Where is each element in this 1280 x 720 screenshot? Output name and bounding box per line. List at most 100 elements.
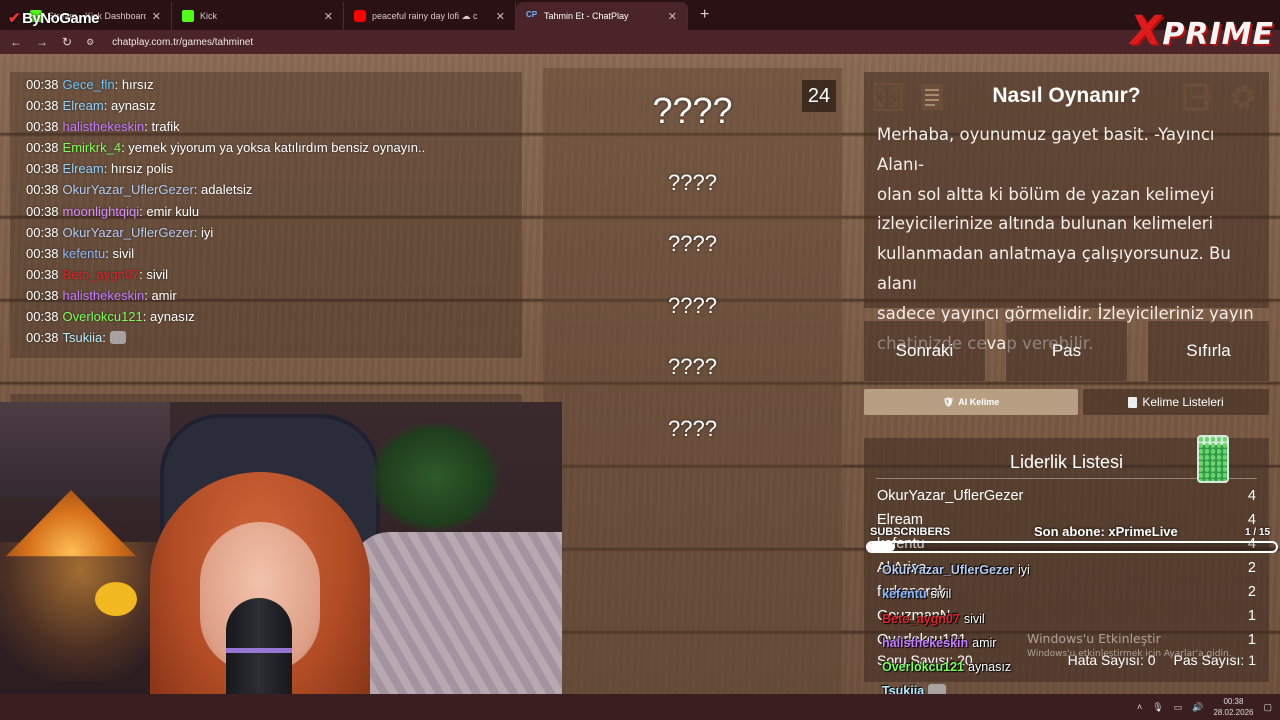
- chat-time: 00:38: [26, 330, 59, 346]
- rubber-duck: [95, 582, 137, 616]
- address-bar: ← → ↻ ⚙ chatplay.com.tr/games/tahminet: [0, 30, 1280, 54]
- chat-username[interactable]: Overlokcu121: [63, 309, 143, 324]
- player-score: 1: [1247, 632, 1256, 648]
- chat-username[interactable]: halisthekeskin: [63, 288, 145, 303]
- chat-username[interactable]: Elream: [63, 98, 104, 113]
- browser-tab[interactable]: CP Tahmin Et - ChatPlay ✕: [516, 2, 688, 30]
- chat-time: 00:38: [26, 161, 59, 177]
- overlay-chat-line: kefentu sivil: [882, 582, 1062, 606]
- close-icon[interactable]: ✕: [496, 10, 505, 23]
- url-field[interactable]: chatplay.com.tr/games/tahminet: [112, 37, 253, 48]
- shelf: [0, 402, 170, 498]
- ai-word-button[interactable]: 🛡 AI Kelime: [864, 389, 1078, 415]
- new-tab-icon[interactable]: +: [688, 6, 721, 30]
- close-icon[interactable]: ✕: [152, 10, 161, 23]
- pass-button[interactable]: Pas: [1006, 321, 1127, 381]
- chat-time: 00:38: [26, 266, 59, 282]
- player-score: 4: [1247, 488, 1256, 504]
- subscriber-progress-fill: [868, 543, 896, 551]
- forward-icon[interactable]: →: [36, 35, 48, 49]
- subscribers-label: SUBSCRIBERS: [870, 526, 951, 538]
- chat-message: sivil: [142, 266, 169, 282]
- chat-line: 00:38 Overlokcu121: aynasız: [26, 309, 195, 325]
- tab-title: Kick: [200, 11, 218, 21]
- tab-title: Tahmin Et - ChatPlay: [544, 11, 629, 21]
- how-to-line: Merhaba, oyunumuz gayet basit. -Yayıncı …: [877, 125, 1215, 174]
- chat-username[interactable]: Elream: [63, 161, 104, 176]
- chat-username[interactable]: Beto_aygn07: [63, 267, 140, 282]
- back-icon[interactable]: ←: [10, 35, 22, 49]
- chatplay-icon: CP: [526, 10, 538, 19]
- chat-username[interactable]: Emirkrk_4: [63, 140, 122, 155]
- gear-icon[interactable]: [1226, 80, 1260, 114]
- chat-username[interactable]: OkurYazar_UflerGezer: [63, 225, 194, 240]
- chat-time: 00:38: [26, 224, 59, 240]
- close-icon[interactable]: ✕: [324, 10, 333, 23]
- last-subscriber: Son abone: xPrimeLive: [1034, 524, 1178, 539]
- forbidden-word: ????: [652, 90, 733, 131]
- chat-username[interactable]: Tsukiia: [63, 330, 103, 345]
- next-button[interactable]: Sonraki: [864, 321, 985, 381]
- clock[interactable]: 00:38 28.02.2026: [1213, 696, 1253, 718]
- chat-message: aynasız: [146, 309, 195, 325]
- chat-username[interactable]: kefentu: [63, 246, 106, 261]
- chat-time: 00:38: [26, 119, 59, 135]
- chat-line: 00:38 moonlightqiqi: emir kulu: [26, 203, 200, 219]
- player-score: 1: [1247, 608, 1256, 624]
- system-tray: ˄ 🎙 ▭ 🔊 00:38 28.02.2026 ▢: [1137, 694, 1272, 720]
- overlay-username: kefentu: [882, 587, 927, 602]
- chevron-up-icon[interactable]: ˄: [1137, 702, 1142, 712]
- how-to-line: kullanmadan anlatmaya çalışıyorsunuz. Bu…: [877, 244, 1231, 293]
- chat-line: 00:38 halisthekeskin: amir: [26, 287, 177, 303]
- site-info-icon[interactable]: ⚙: [86, 37, 94, 48]
- webcam-feed: [0, 402, 562, 720]
- chat-time: 00:38: [26, 140, 59, 156]
- chat-line: 00:38 OkurYazar_UflerGezer: adaletsiz: [26, 182, 253, 198]
- player-name: OkurYazar_UflerGezer: [877, 488, 1024, 504]
- word-column: 24 ????????????????????????: [543, 68, 842, 694]
- volume-icon[interactable]: 🔊: [1192, 702, 1203, 713]
- chat-username[interactable]: moonlightqiqi: [63, 204, 140, 219]
- chat-message: aynasız: [107, 98, 156, 114]
- word-lists-button[interactable]: Kelime Listeleri: [1083, 389, 1269, 415]
- chat-username[interactable]: OkurYazar_UflerGezer: [63, 182, 194, 197]
- chat-time: 00:38: [26, 309, 59, 325]
- chat-line: 00:38 Tsukiia:: [26, 327, 522, 348]
- network-icon[interactable]: ▭: [1174, 702, 1183, 713]
- shield-icon: 🛡: [942, 396, 955, 407]
- chat-panel: 00:38 Gece_fln: hırsız 00:38 Elream: aynası…: [10, 72, 522, 358]
- reload-icon[interactable]: ↻: [62, 35, 72, 49]
- chat-line: 00:38 Elream: aynasız: [26, 98, 156, 114]
- chat-line: 00:38 Beto_aygn07: sivil: [26, 266, 169, 282]
- chat-message: sivil: [108, 245, 135, 261]
- chat-line: 00:38 halisthekeskin: trafik: [26, 119, 180, 135]
- chat-username[interactable]: Gece_fln: [63, 77, 115, 92]
- overlay-message: iyi: [1018, 563, 1030, 577]
- leaderboard-row: OkurYazar_UflerGezer 4: [877, 488, 1256, 512]
- notifications-icon[interactable]: ▢: [1263, 702, 1272, 713]
- overlay-message: aynasız: [968, 660, 1012, 675]
- browser-tab[interactable]: Kick ✕: [172, 2, 344, 30]
- chat-username[interactable]: halisthekeskin: [63, 119, 145, 134]
- chat-line: 00:38 Elream: hırsız polis: [26, 161, 174, 177]
- bynogame-logo: ✔ ByNoGame: [8, 10, 99, 27]
- windows-activation-notice: Windows'u Etkinleştir Windows'u etkinleş…: [1027, 631, 1232, 659]
- chat-message: emir kulu: [142, 203, 200, 219]
- microphone-light: [226, 648, 292, 653]
- chat-message: amir: [147, 287, 177, 303]
- chat-time: 00:38: [26, 203, 59, 219]
- overlay-username: OkurYazar_UflerGezer: [882, 563, 1015, 577]
- overlay-chat-line: OkurYazar_UflerGezer iyi: [882, 558, 1062, 582]
- browser-tab[interactable]: peaceful rainy day lofi ☁ c ✕: [344, 2, 516, 30]
- chat-message: trafik: [147, 119, 180, 135]
- exit-icon[interactable]: [1181, 80, 1215, 114]
- forbidden-word: ????: [668, 293, 717, 318]
- microphone-icon[interactable]: 🎙: [1152, 702, 1163, 713]
- xprime-logo: XPRIME: [1130, 8, 1274, 54]
- how-to-play-panel: Nasıl Oynanır? Merhaba, oyunumuz gayet b…: [864, 72, 1269, 353]
- forbidden-word: ????: [668, 231, 717, 256]
- close-icon[interactable]: ✕: [668, 10, 677, 23]
- reset-button[interactable]: Sıfırla: [1148, 321, 1269, 381]
- emote-icon: [109, 331, 126, 345]
- chat-time: 00:38: [26, 245, 59, 261]
